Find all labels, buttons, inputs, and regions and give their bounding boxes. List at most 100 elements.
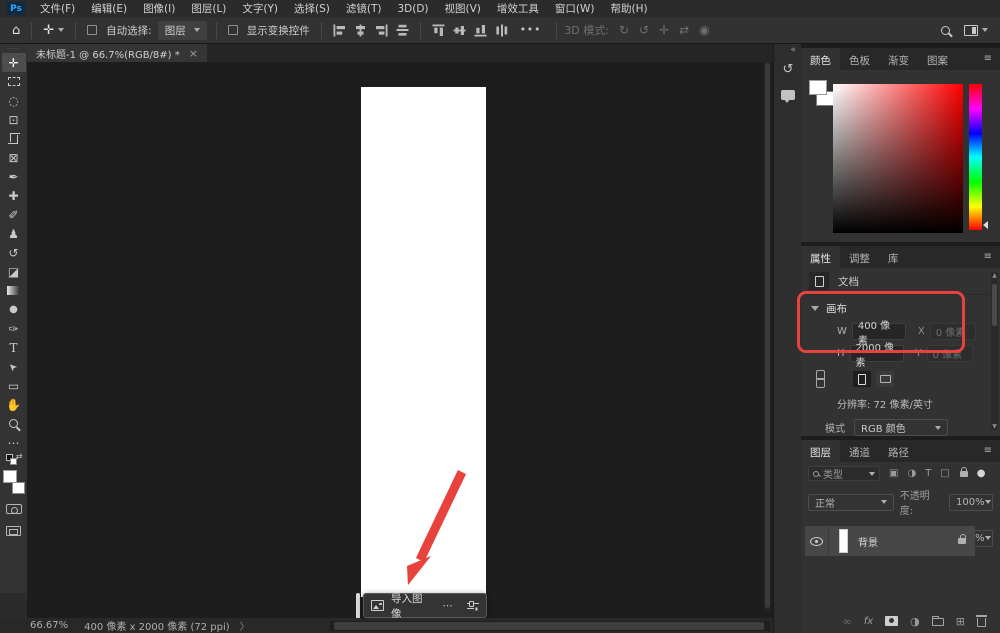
layer-style-icon[interactable]: fx [864, 616, 873, 627]
tab-color[interactable]: 颜色 [801, 48, 840, 70]
tool-more[interactable]: ⋯ [2, 433, 26, 452]
menu-plugins[interactable]: 增效工具 [489, 1, 547, 16]
tool-blur[interactable]: ● [2, 300, 26, 319]
show-transform-checkbox[interactable]: 显示变换控件 [224, 23, 314, 38]
add-layer-mask-icon[interactable] [885, 616, 898, 626]
screen-mode-button[interactable] [6, 526, 21, 536]
scroll-up-icon[interactable]: ▲ [991, 272, 998, 279]
height-input[interactable]: 2000 像素 [850, 345, 904, 362]
filter-locked-layers-icon[interactable] [960, 471, 968, 477]
foreground-color-swatch[interactable] [3, 470, 17, 483]
new-adjustment-layer-icon[interactable]: ◑ [910, 615, 920, 628]
taskbar-more-button[interactable]: ⋯ [443, 600, 455, 612]
blend-mode-dropdown[interactable]: 正常 [808, 494, 894, 511]
properties-scrollbar[interactable]: ▲ ▼ [991, 272, 998, 430]
auto-select-checkbox[interactable]: 自动选择: [83, 23, 156, 38]
auto-select-target-dropdown[interactable]: 图层 [158, 21, 207, 40]
document-canvas[interactable] [361, 87, 486, 597]
align-right-icon[interactable] [375, 24, 388, 37]
background-color-swatch[interactable] [12, 482, 25, 494]
tab-layers[interactable]: 图层 [801, 440, 840, 462]
menu-3d[interactable]: 3D(D) [389, 3, 436, 15]
new-group-icon[interactable] [932, 618, 944, 626]
tab-swatches[interactable]: 色板 [840, 48, 879, 70]
filter-toggle-icon[interactable]: ● [977, 468, 986, 479]
canvas-vertical-scrollbar[interactable] [764, 62, 771, 612]
tool-clone-stamp[interactable]: ♟ [2, 224, 26, 243]
filter-type-dropdown[interactable]: 类型 [808, 466, 880, 481]
tab-gradients[interactable]: 渐变 [879, 48, 918, 70]
tool-path-selection[interactable]: ➤ [2, 357, 26, 376]
tool-hand[interactable]: ✋ [2, 395, 26, 414]
new-layer-icon[interactable]: ⊞ [956, 615, 965, 628]
expand-panels-icon[interactable]: « [790, 45, 796, 55]
tool-rectangle[interactable]: ▭ [2, 376, 26, 395]
tab-libraries[interactable]: 库 [879, 246, 908, 268]
delete-layer-icon[interactable] [977, 618, 986, 627]
comments-panel-button[interactable] [774, 82, 802, 108]
import-image-button[interactable]: 导入图像 [391, 591, 430, 619]
layer-locked-icon[interactable] [958, 538, 966, 544]
saturation-brightness-field[interactable] [833, 84, 963, 233]
panel-menu-icon[interactable]: ≡ [984, 246, 1000, 268]
tab-properties[interactable]: 属性 [801, 246, 840, 268]
tab-adjustments[interactable]: 调整 [840, 246, 879, 268]
menu-image[interactable]: 图像(I) [135, 1, 183, 16]
canvas-horizontal-scrollbar[interactable] [330, 621, 770, 631]
width-input[interactable]: 400 像素 [852, 323, 906, 340]
align-center-horizontal-icon[interactable] [354, 24, 367, 37]
default-colors-button[interactable]: ⇄ [6, 454, 22, 467]
search-icon[interactable] [941, 26, 950, 35]
mode-dropdown[interactable]: RGB 颜色 [854, 419, 948, 436]
toolbox-grip[interactable]: ···· [7, 46, 20, 52]
tool-type[interactable]: T [2, 338, 26, 357]
filter-pixel-layers-icon[interactable]: ▣ [889, 468, 898, 479]
filter-type-layers-icon[interactable]: T [925, 468, 931, 479]
link-layers-icon[interactable]: ∞ [843, 615, 852, 628]
move-tool-preset[interactable]: ✛ [39, 23, 68, 38]
tool-spot-healing[interactable]: ✚ [2, 186, 26, 205]
distribute-vertical-icon[interactable] [495, 24, 508, 37]
layer-row-background[interactable]: 背景 [805, 526, 975, 556]
tool-zoom[interactable] [2, 414, 26, 433]
panel-menu-icon[interactable]: ≡ [984, 440, 1000, 462]
menu-type[interactable]: 文字(Y) [234, 1, 286, 16]
tab-paths[interactable]: 路径 [879, 440, 918, 462]
taskbar-properties-icon[interactable] [467, 601, 479, 611]
canvas-section-header[interactable]: 画布 [801, 297, 1000, 318]
scroll-down-icon[interactable]: ▼ [991, 423, 998, 430]
tool-eyedropper[interactable]: ✒ [2, 167, 26, 186]
tool-history-brush[interactable]: ↺ [2, 243, 26, 262]
workspace-switcher-button[interactable] [964, 25, 988, 36]
document-tab[interactable]: 未标题-1 @ 66.7%(RGB/8#) * × [27, 44, 207, 62]
home-button[interactable]: ⌂ [8, 23, 24, 38]
tool-gradient[interactable] [2, 281, 26, 300]
tool-eraser[interactable]: ◪ [2, 262, 26, 281]
distribute-horizontal-icon[interactable] [396, 24, 409, 37]
landscape-orientation-button[interactable] [876, 371, 894, 387]
color-swatches[interactable] [3, 470, 25, 494]
foreground-color-swatch[interactable] [809, 80, 827, 95]
align-left-icon[interactable] [333, 24, 346, 37]
contextual-taskbar-handle[interactable] [356, 593, 360, 618]
close-tab-icon[interactable]: × [189, 47, 198, 60]
menu-select[interactable]: 选择(S) [286, 1, 338, 16]
menu-window[interactable]: 窗口(W) [547, 1, 603, 16]
tool-pen[interactable]: ✑ [2, 319, 26, 338]
quick-mask-button[interactable] [6, 504, 22, 514]
status-options-arrow[interactable]: 〉 [240, 618, 250, 633]
x-input[interactable]: 0 像素 [930, 323, 976, 340]
link-dimensions-icon[interactable] [816, 370, 824, 388]
align-top-icon[interactable] [432, 24, 445, 37]
history-panel-button[interactable]: ↺ [774, 56, 802, 82]
tool-object-selection[interactable]: ⊡ [2, 110, 26, 129]
tool-frame[interactable]: ⊠ [2, 148, 26, 167]
align-bottom-icon[interactable] [474, 24, 487, 37]
hue-slider-marker[interactable] [983, 221, 988, 229]
opacity-input[interactable]: 100% [949, 494, 993, 511]
align-middle-icon[interactable] [453, 24, 466, 37]
scrollbar-thumb[interactable] [334, 622, 764, 630]
portrait-orientation-button[interactable] [853, 371, 871, 387]
menu-view[interactable]: 视图(V) [437, 1, 489, 16]
scrollbar-thumb[interactable] [765, 63, 770, 608]
